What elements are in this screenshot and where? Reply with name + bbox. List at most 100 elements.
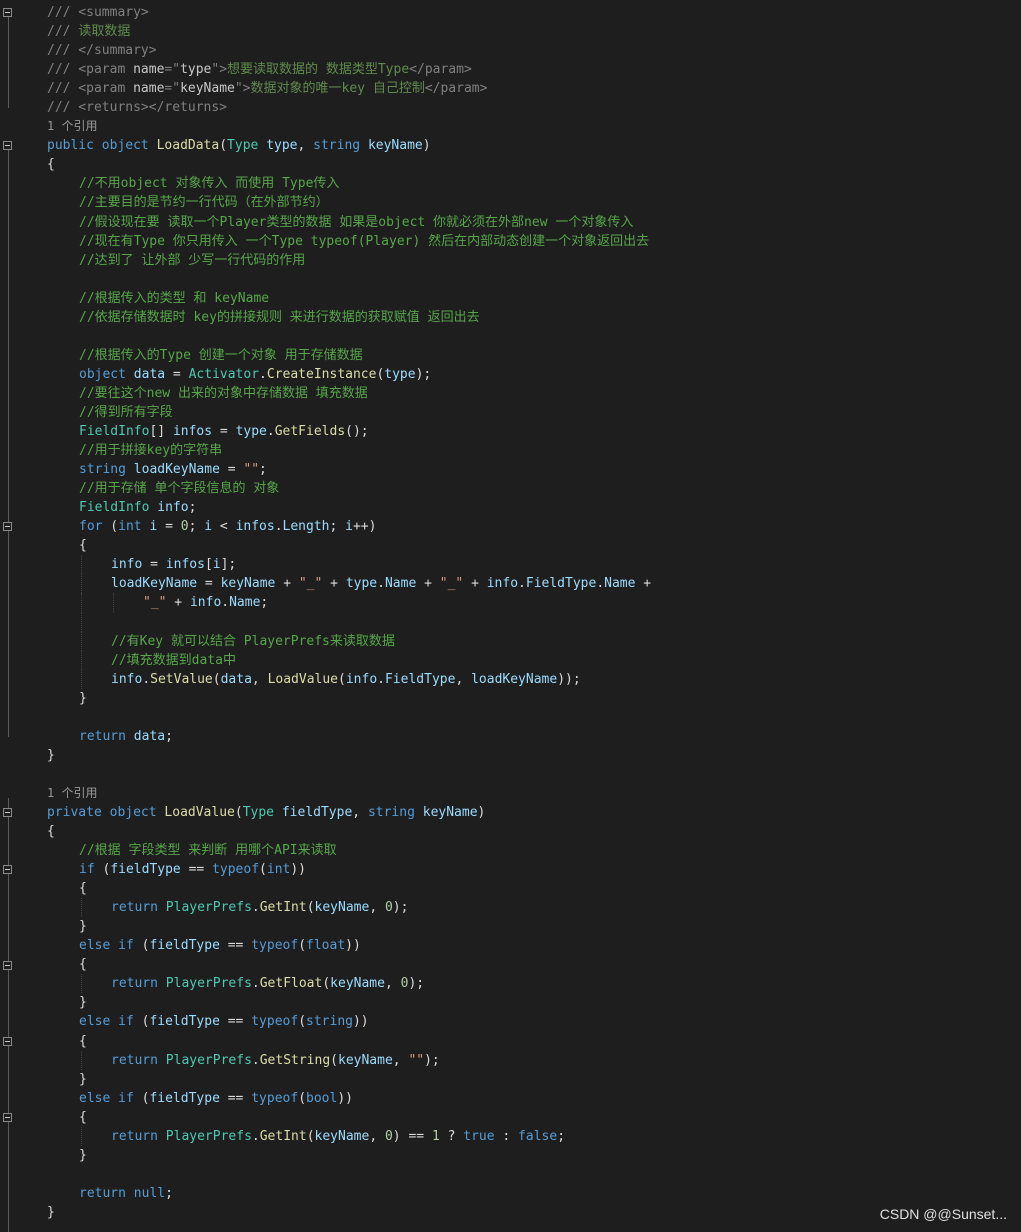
collapse-icon[interactable] (3, 865, 12, 875)
code-token: ; (260, 595, 269, 611)
codelens-references[interactable]: 1 个引用 (47, 119, 97, 133)
code-token: + (635, 576, 652, 592)
code-token: i (204, 519, 213, 535)
code-token: public (47, 138, 94, 154)
code-token: == (219, 938, 252, 954)
code-token: ); (415, 366, 432, 382)
code-token: = (142, 557, 166, 573)
code-token: i (345, 519, 353, 535)
code-line: //不用object 对象传入 而使用 Type传入 (47, 174, 651, 193)
code-token: if (118, 1014, 134, 1030)
collapse-icon[interactable] (3, 960, 12, 970)
code-line: //填充数据到data中 (47, 650, 651, 670)
fold-outline-line (8, 17, 9, 109)
code-line: } (47, 746, 651, 765)
indent-guide (81, 1126, 82, 1146)
collapse-icon[interactable] (3, 1036, 12, 1046)
code-area[interactable]: /// <summary>/// 读取数据/// </summary>/// <… (47, 3, 651, 1222)
code-token: . (259, 366, 267, 382)
code-token: SetValue (150, 671, 213, 687)
code-token: fieldType (149, 1090, 220, 1106)
code-token: "_" (143, 595, 167, 611)
code-token: ( (298, 938, 307, 954)
code-token: //达到了 让外部 少写一行代码的作用 (79, 252, 306, 268)
code-token: "" (408, 1052, 425, 1068)
watermark: CSDN @@Sunset... (879, 1206, 1007, 1222)
collapse-icon[interactable] (3, 808, 12, 818)
code-token: return (79, 728, 126, 744)
code-token: int (266, 862, 291, 878)
code-token: object (109, 804, 157, 820)
code-token: LoadData (156, 138, 220, 154)
code-token: { (79, 538, 87, 554)
code-token: "_" (298, 576, 323, 592)
code-token: PlayerPrefs (165, 900, 252, 916)
code-token: //根据传入的类型 和 keyName (79, 290, 270, 306)
code-token: LoadValue (267, 671, 339, 687)
code-token: return (111, 1052, 158, 1068)
code-line: //现在有Type 你只用传入 一个Type typeof(Player) 然后… (47, 232, 651, 251)
code-token: ( (219, 138, 228, 154)
code-token: "" (243, 462, 260, 478)
collapse-icon[interactable] (3, 1112, 12, 1122)
code-token: fieldType (110, 862, 181, 878)
code-token: = (165, 366, 189, 382)
code-token: //要往这个new 出来的对象中存储数据 填充数据 (79, 385, 368, 401)
code-line: } (47, 993, 651, 1012)
code-token: , (455, 671, 472, 687)
code-token: //依据存储数据时 key的拼接规则 来进行数据的获取赋值 返回出去 (79, 309, 480, 325)
collapse-icon[interactable] (3, 8, 12, 17)
code-token: PlayerPrefs (165, 1128, 252, 1144)
code-token: keyName (180, 81, 235, 97)
code-token: 0 (384, 1128, 393, 1144)
code-token: object (79, 366, 126, 382)
collapse-icon[interactable] (3, 141, 12, 151)
code-editor[interactable]: /// <summary>/// 读取数据/// </summary>/// <… (0, 0, 1021, 1232)
code-line: if (fieldType == typeof(int)) (47, 860, 651, 879)
code-token: 想要读取数据的 数据类型Type (227, 62, 410, 78)
editor-gutter (0, 0, 44, 1232)
code-line: } (47, 1203, 651, 1222)
code-token: 0 (384, 900, 393, 916)
code-token: ; (165, 728, 173, 744)
code-token: ) == (392, 1128, 432, 1144)
code-token: "> (211, 62, 228, 78)
code-token: . (142, 671, 151, 687)
code-token: true (463, 1128, 495, 1144)
indent-guide (113, 593, 114, 613)
indent-guide (81, 555, 82, 575)
code-token: { (79, 957, 87, 973)
code-token: . (251, 976, 260, 992)
codelens-references[interactable]: 1 个引用 (47, 786, 97, 800)
code-token: ]; (220, 557, 237, 573)
code-token: Length (282, 519, 330, 535)
fold-outline-line (8, 969, 9, 1004)
code-line: //达到了 让外部 少写一行代码的作用 (47, 251, 651, 270)
code-token: . (596, 576, 605, 592)
code-line: return PlayerPrefs.GetFloat(keyName, 0); (47, 974, 651, 994)
code-token: /// (47, 24, 79, 40)
code-token: ( (298, 1014, 307, 1030)
code-token: /// </summary> (47, 43, 157, 59)
code-token: . (251, 1052, 260, 1068)
code-token: == (219, 1014, 252, 1030)
code-token: FieldInfo (79, 500, 150, 516)
collapse-icon[interactable] (3, 522, 12, 532)
code-token: PlayerPrefs (165, 1052, 252, 1068)
code-token: } (47, 1204, 55, 1220)
code-token: info (345, 671, 378, 687)
code-token: keyName (367, 138, 423, 154)
code-token: )) (352, 1014, 369, 1030)
fold-outline-line (8, 1121, 9, 1156)
code-line: return null; (47, 1184, 651, 1203)
code-token: infos (165, 557, 205, 573)
